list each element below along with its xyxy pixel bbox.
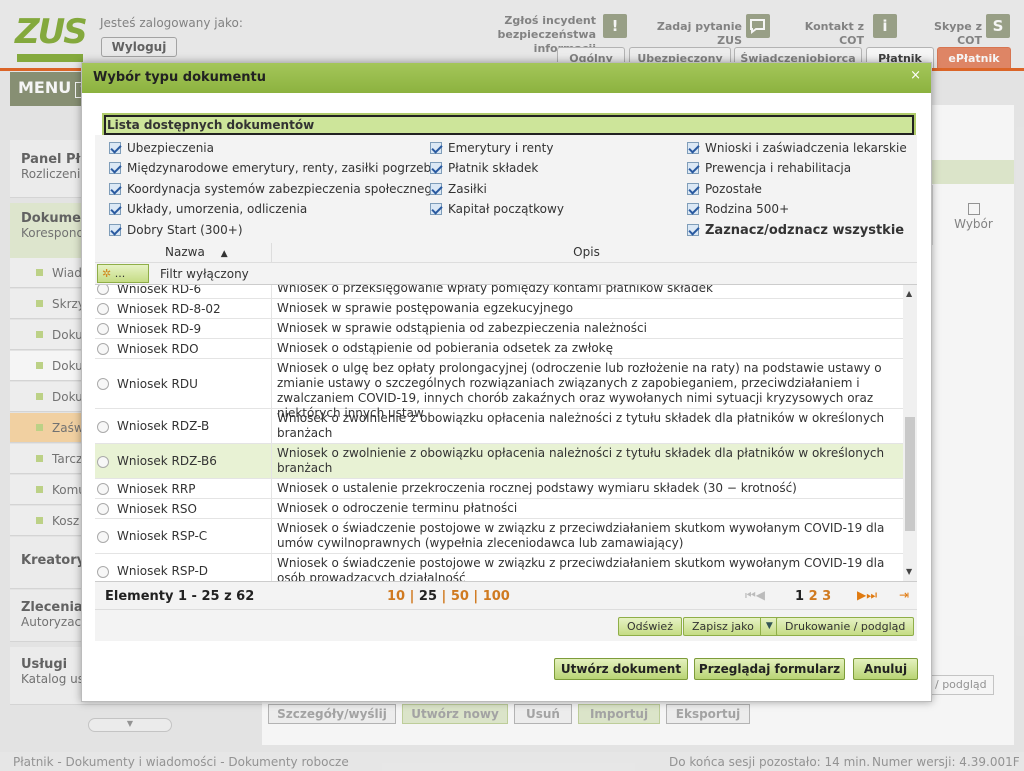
- row-description: Wniosek o odroczenie terminu płatności: [271, 499, 895, 519]
- pager: Elementy 1 - 25 z 62 10 | 25 | 50 | 100 …: [95, 581, 917, 609]
- browse-form-button[interactable]: Przeglądaj formularz: [694, 658, 845, 680]
- row-radio[interactable]: [97, 285, 109, 295]
- filter-ubezpieczenia[interactable]: Ubezpieczenia: [109, 141, 214, 155]
- filter-rodzina-500[interactable]: Rodzina 500+: [687, 202, 789, 216]
- table-row[interactable]: Wniosek RD-8-02 Wniosek w sprawie postępo…: [95, 299, 903, 319]
- row-name: Wniosek RRP: [117, 481, 196, 496]
- table-row[interactable]: Wniosek RD-6 Wniosek o przeksięgowanie wp…: [95, 285, 903, 299]
- jump-page-icon[interactable]: ⇥: [899, 588, 909, 602]
- row-radio[interactable]: [97, 420, 109, 433]
- filter-platnik[interactable]: Płatnik składek: [430, 161, 538, 175]
- table-row[interactable]: Wniosek RSO Wniosek o odroczenie terminu …: [95, 499, 903, 519]
- row-name: Wniosek RSO: [117, 501, 197, 516]
- row-name: Wniosek RSP-C: [117, 529, 208, 543]
- table-row[interactable]: Wniosek RRP Wniosek o ustalenie przekrocz…: [95, 479, 903, 499]
- row-name: Wniosek RSP-D: [117, 564, 209, 578]
- table-row[interactable]: Wniosek RDO Wniosek o odstąpienie od pobi…: [95, 339, 903, 359]
- documents-table: Wniosek RD-6 Wniosek o przeksięgowanie wp…: [95, 285, 903, 581]
- row-radio[interactable]: [97, 483, 109, 495]
- scrollbar-thumb[interactable]: [905, 417, 915, 531]
- row-name: Wniosek RD-6: [117, 285, 202, 296]
- next-page-icon[interactable]: ▶⏭: [857, 588, 877, 603]
- filter-button[interactable]: ✲ ...: [97, 264, 149, 283]
- page-size-50[interactable]: 50: [451, 589, 469, 604]
- row-radio[interactable]: [97, 343, 109, 355]
- category-filters: Ubezpieczenia Międzynarodowe emerytury, …: [95, 135, 917, 243]
- table-header: Nazwa ▲ Opis: [95, 243, 917, 263]
- row-radio[interactable]: [97, 303, 109, 315]
- row-description: Wniosek o zwolnienie z obowiązku opłacen…: [271, 444, 895, 479]
- filter-prewencja[interactable]: Prewencja i rehabilitacja: [687, 161, 851, 175]
- cancel-button[interactable]: Anuluj: [853, 658, 918, 680]
- row-radio[interactable]: [97, 455, 109, 468]
- filter-icon: ✲: [102, 267, 112, 280]
- page-3[interactable]: 3: [822, 589, 831, 604]
- sort-asc-icon: ▲: [220, 249, 228, 259]
- row-description: Wniosek o ulgę bez opłaty prolongacyjnej…: [271, 359, 895, 420]
- table-scrollbar[interactable]: ▲ ▼: [903, 285, 917, 581]
- column-name-header[interactable]: Nazwa ▲: [165, 245, 228, 259]
- row-name: Wniosek RD-9: [117, 321, 202, 336]
- first-page-icon[interactable]: ⏮◀: [745, 588, 765, 603]
- table-row[interactable]: Wniosek RDZ-B6 Wniosek o zwolnienie z obo…: [95, 444, 903, 479]
- filter-miedzynarodowe[interactable]: Międzynarodowe emerytury, renty, zasiłki…: [109, 161, 435, 175]
- row-name: Wniosek RDU: [117, 376, 198, 391]
- row-radio[interactable]: [97, 565, 109, 578]
- table-toolbar: Odśwież Zapisz jako ▼ Drukowanie / podglą…: [95, 609, 917, 641]
- filter-dobry-start[interactable]: Dobry Start (300+): [109, 223, 243, 237]
- scroll-down-icon[interactable]: ▼: [906, 567, 912, 576]
- create-document-button[interactable]: Utwórz dokument: [554, 658, 688, 680]
- filter-kapital[interactable]: Kapitał początkowy: [430, 202, 564, 216]
- row-description: Wniosek o ustalenie przekroczenia roczne…: [271, 479, 895, 499]
- table-row[interactable]: Wniosek RDZ-B Wniosek o zwolnienie z obow…: [95, 409, 903, 444]
- row-description: Wniosek o świadczenie postojowe w związk…: [271, 554, 895, 581]
- row-description: Wniosek w sprawie odstąpienia od zabezpi…: [271, 319, 895, 339]
- page-numbers: 1 2 3: [795, 589, 831, 604]
- row-name: Wniosek RDZ-B6: [117, 454, 217, 468]
- filter-row: ✲ ... Filtr wyłączony: [95, 263, 917, 285]
- print-preview-button[interactable]: Drukowanie / podgląd: [776, 617, 915, 636]
- dialog-title: Wybór typu dokumentu: [82, 63, 931, 93]
- row-radio[interactable]: [97, 378, 109, 390]
- filter-wnioski-lekarskie[interactable]: Wnioski i zaświadczenia lekarskie: [687, 141, 907, 155]
- filter-zasilki[interactable]: Zasiłki: [430, 182, 487, 196]
- row-name: Wniosek RDZ-B: [117, 419, 210, 433]
- documents-list-header: Lista dostępnych dokumentów: [102, 113, 916, 137]
- row-description: Wniosek o odstąpienie od pobierania odse…: [271, 339, 895, 359]
- document-type-dialog: Wybór typu dokumentu × Lista dostępnych …: [81, 62, 932, 702]
- row-radio[interactable]: [97, 530, 109, 543]
- row-description: Wniosek o świadczenie postojowe w związk…: [271, 519, 895, 554]
- refresh-button[interactable]: Odśwież: [618, 617, 682, 636]
- page-size-10[interactable]: 10: [387, 589, 405, 604]
- row-radio[interactable]: [97, 323, 109, 335]
- page-2[interactable]: 2: [809, 589, 818, 604]
- table-row[interactable]: Wniosek RD-9 Wniosek w sprawie odstąpieni…: [95, 319, 903, 339]
- close-icon[interactable]: ×: [910, 68, 921, 83]
- scroll-up-icon[interactable]: ▲: [906, 289, 912, 298]
- elements-count: Elementy 1 - 25 z 62: [105, 589, 255, 604]
- page-size-100[interactable]: 100: [483, 589, 510, 604]
- page-1[interactable]: 1: [795, 589, 804, 604]
- filter-status: Filtr wyłączony: [160, 267, 249, 281]
- save-as-button[interactable]: Zapisz jako ▼: [683, 617, 779, 636]
- row-description: Wniosek o przeksięgowanie wpłaty pomiędz…: [271, 285, 895, 299]
- table-row[interactable]: Wniosek RSP-C Wniosek o świadczenie posto…: [95, 519, 903, 554]
- row-name: Wniosek RDO: [117, 341, 199, 356]
- row-description: Wniosek o zwolnienie z obowiązku opłacen…: [271, 409, 895, 444]
- row-description: Wniosek w sprawie postępowania egzekucyj…: [271, 299, 895, 319]
- row-name: Wniosek RD-8-02: [117, 301, 221, 316]
- table-row[interactable]: Wniosek RDU Wniosek o ulgę bez opłaty pro…: [95, 359, 903, 420]
- table-row[interactable]: Wniosek RSP-D Wniosek o świadczenie posto…: [95, 554, 903, 581]
- toggle-all-checkbox[interactable]: Zaznacz/odznacz wszystkie: [687, 223, 904, 238]
- filter-emerytury[interactable]: Emerytury i renty: [430, 141, 553, 155]
- filter-koordynacja[interactable]: Koordynacja systemów zabezpieczenia społ…: [109, 182, 439, 196]
- filter-uklady[interactable]: Układy, umorzenia, odliczenia: [109, 202, 307, 216]
- column-desc-header[interactable]: Opis: [271, 243, 901, 263]
- row-radio[interactable]: [97, 503, 109, 515]
- page-size-25[interactable]: 25: [419, 589, 437, 604]
- filter-pozostale[interactable]: Pozostałe: [687, 182, 762, 196]
- page-size-options: 10 | 25 | 50 | 100: [387, 589, 510, 604]
